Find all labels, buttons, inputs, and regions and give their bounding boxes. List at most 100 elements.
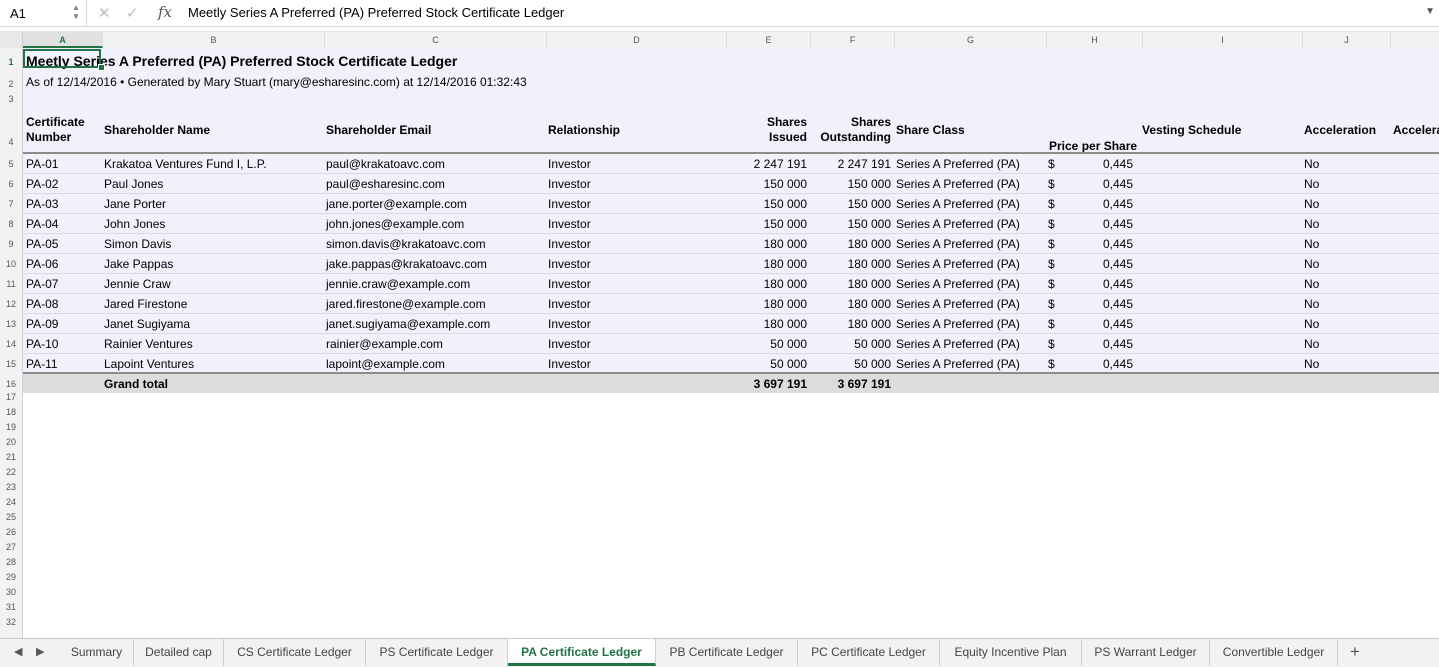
cell-certificate-number[interactable]: PA-11 — [26, 357, 58, 371]
column-header-j[interactable]: J — [1303, 32, 1391, 48]
cell-price-per-share[interactable]: 0,445 — [1063, 337, 1133, 351]
cell-share-class[interactable]: Series A Preferred (PA) — [896, 337, 1020, 351]
cell-share-class[interactable]: Series A Preferred (PA) — [896, 357, 1020, 371]
column-header-a[interactable]: A — [23, 32, 103, 48]
row-header-7[interactable]: 7 — [0, 199, 22, 209]
cell-currency[interactable]: $ — [1048, 217, 1055, 231]
cell-shares-outstanding[interactable]: 50 000 — [811, 337, 891, 351]
cell-price-per-share[interactable]: 0,445 — [1063, 317, 1133, 331]
cell-shares-issued[interactable]: 150 000 — [727, 177, 807, 191]
column-header-d[interactable]: D — [547, 32, 727, 48]
cell-share-class[interactable]: Series A Preferred (PA) — [896, 237, 1020, 251]
row-header-26[interactable]: 26 — [0, 527, 22, 537]
row-header-28[interactable]: 28 — [0, 557, 22, 567]
cell-relationship[interactable]: Investor — [548, 357, 591, 371]
row-header-20[interactable]: 20 — [0, 437, 22, 447]
row-header-19[interactable]: 19 — [0, 422, 22, 432]
row-header-27[interactable]: 27 — [0, 542, 22, 552]
cell-share-class[interactable]: Series A Preferred (PA) — [896, 277, 1020, 291]
cell-certificate-number[interactable]: PA-01 — [26, 157, 58, 171]
cell-shares-issued[interactable]: 50 000 — [727, 357, 807, 371]
cell-shareholder-email[interactable]: janet.sugiyama@example.com — [326, 317, 490, 331]
sheet-tab-detailed-cap[interactable]: Detailed cap — [134, 639, 224, 666]
sheet-tab-cs-certificate-ledger[interactable]: CS Certificate Ledger — [224, 639, 366, 666]
cell-relationship[interactable]: Investor — [548, 297, 591, 311]
cell-shares-outstanding[interactable]: 2 247 191 — [811, 157, 891, 171]
cell-acceleration[interactable]: No — [1304, 157, 1319, 171]
row-header-23[interactable]: 23 — [0, 482, 22, 492]
cell-currency[interactable]: $ — [1048, 357, 1055, 371]
column-header-g[interactable]: G — [895, 32, 1047, 48]
sheet-tab-pc-certificate-ledger[interactable]: PC Certificate Ledger — [798, 639, 940, 666]
cell-price-per-share[interactable]: 0,445 — [1063, 157, 1133, 171]
row-header-6[interactable]: 6 — [0, 179, 22, 189]
cell-shares-outstanding[interactable]: 180 000 — [811, 277, 891, 291]
row-header-9[interactable]: 9 — [0, 239, 22, 249]
row-header-3[interactable]: 3 — [0, 94, 22, 104]
cell-shareholder-name[interactable]: John Jones — [104, 217, 165, 231]
sheet-tab-convertible-ledger[interactable]: Convertible Ledger — [1210, 639, 1338, 666]
column-header-i[interactable]: I — [1143, 32, 1303, 48]
cell-shares-outstanding[interactable]: 150 000 — [811, 197, 891, 211]
cell-shares-outstanding[interactable]: 180 000 — [811, 257, 891, 271]
row-header-22[interactable]: 22 — [0, 467, 22, 477]
row-header-12[interactable]: 12 — [0, 299, 22, 309]
cell-shareholder-email[interactable]: jennie.craw@example.com — [326, 277, 470, 291]
row-header-16[interactable]: 16 — [0, 379, 22, 389]
cell-share-class[interactable]: Series A Preferred (PA) — [896, 197, 1020, 211]
cell-share-class[interactable]: Series A Preferred (PA) — [896, 317, 1020, 331]
cell-currency[interactable]: $ — [1048, 177, 1055, 191]
cell-certificate-number[interactable]: PA-06 — [26, 257, 58, 271]
cell-price-per-share[interactable]: 0,445 — [1063, 297, 1133, 311]
cell-price-per-share[interactable]: 0,445 — [1063, 217, 1133, 231]
cell-currency[interactable]: $ — [1048, 197, 1055, 211]
column-header-h[interactable]: H — [1047, 32, 1143, 48]
row-header-29[interactable]: 29 — [0, 572, 22, 582]
sheet-tab-summary[interactable]: Summary — [60, 639, 134, 666]
cell-relationship[interactable]: Investor — [548, 237, 591, 251]
cell-shareholder-name[interactable]: Rainier Ventures — [104, 337, 193, 351]
cancel-icon[interactable]: ✕ — [98, 4, 111, 22]
sheet-tab-pa-certificate-ledger[interactable]: PA Certificate Ledger — [508, 639, 656, 666]
cell-shares-issued[interactable]: 180 000 — [727, 317, 807, 331]
cell-share-class[interactable]: Series A Preferred (PA) — [896, 257, 1020, 271]
cell-shares-outstanding[interactable]: 180 000 — [811, 317, 891, 331]
cell-shares-issued[interactable]: 150 000 — [727, 197, 807, 211]
row-header-4[interactable]: 4 — [0, 137, 22, 147]
cell-price-per-share[interactable]: 0,445 — [1063, 197, 1133, 211]
row-header-21[interactable]: 21 — [0, 452, 22, 462]
cell-acceleration[interactable]: No — [1304, 257, 1319, 271]
cell-shares-outstanding[interactable]: 180 000 — [811, 297, 891, 311]
cell-shares-issued[interactable]: 180 000 — [727, 237, 807, 251]
cell-shareholder-email[interactable]: jared.firestone@example.com — [326, 297, 486, 311]
row-header-14[interactable]: 14 — [0, 339, 22, 349]
cell-relationship[interactable]: Investor — [548, 217, 591, 231]
cell-acceleration[interactable]: No — [1304, 217, 1319, 231]
fill-handle[interactable] — [98, 64, 105, 71]
cell-shares-outstanding[interactable]: 150 000 — [811, 177, 891, 191]
cell-certificate-number[interactable]: PA-07 — [26, 277, 58, 291]
select-all-corner[interactable] — [0, 32, 23, 48]
cell-shares-outstanding[interactable]: 150 000 — [811, 217, 891, 231]
cell-relationship[interactable]: Investor — [548, 337, 591, 351]
cell-price-per-share[interactable]: 0,445 — [1063, 357, 1133, 371]
row-header-8[interactable]: 8 — [0, 219, 22, 229]
row-header-1[interactable]: 1 — [0, 57, 22, 67]
cell-shareholder-email[interactable]: rainier@example.com — [326, 337, 443, 351]
sheet-tab-ps-warrant-ledger[interactable]: PS Warrant Ledger — [1082, 639, 1210, 666]
cell-certificate-number[interactable]: PA-08 — [26, 297, 58, 311]
column-header-f[interactable]: F — [811, 32, 895, 48]
cell-share-class[interactable]: Series A Preferred (PA) — [896, 157, 1020, 171]
cell-shareholder-name[interactable]: Paul Jones — [104, 177, 163, 191]
name-box[interactable]: A1 ▲ ▼ — [0, 0, 87, 26]
sheet-tab-pb-certificate-ledger[interactable]: PB Certificate Ledger — [656, 639, 798, 666]
cell-shareholder-email[interactable]: paul@esharesinc.com — [326, 177, 445, 191]
cell-shares-issued[interactable]: 180 000 — [727, 297, 807, 311]
row-header-25[interactable]: 25 — [0, 512, 22, 522]
row-header-10[interactable]: 10 — [0, 259, 22, 269]
cell-acceleration[interactable]: No — [1304, 357, 1319, 371]
cell-shares-issued[interactable]: 180 000 — [727, 257, 807, 271]
row-header-2[interactable]: 2 — [0, 79, 22, 89]
cell-shareholder-email[interactable]: lapoint@example.com — [326, 357, 445, 371]
row-header-17[interactable]: 17 — [0, 392, 22, 402]
